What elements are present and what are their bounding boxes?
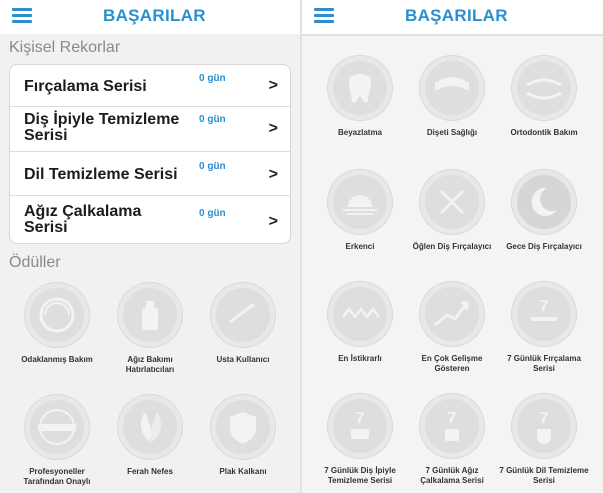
streak-number: 7 xyxy=(540,298,549,315)
award-badge-professionally-approved[interactable]: Profesyoneller Tarafından Onaylı xyxy=(11,395,103,487)
badge-label: 7 Günlük Diş İpiyle Temizleme Serisi xyxy=(324,466,396,485)
hamburger-menu-icon[interactable] xyxy=(314,8,334,23)
badge-7-day-mouthwash-streak[interactable]: 7 7 Günlük Ağız Çalkalama Serisi xyxy=(406,394,498,486)
gums-icon xyxy=(435,77,469,91)
award-label: Ferah Nefes xyxy=(127,467,173,476)
record-tongue-cleaning-streak[interactable]: Dil Temizleme Serisi 0 gün > xyxy=(10,152,290,196)
badge-midday-brusher[interactable]: Öğlen Diş Fırçalayıcı xyxy=(406,170,498,252)
floss-7-icon: 7 xyxy=(351,410,369,439)
badge-label: Erkenci xyxy=(345,242,375,251)
badge-night-brusher[interactable]: Gece Diş Fırçalayıcı xyxy=(498,170,590,252)
award-badge-fresh-breath[interactable]: Ferah Nefes xyxy=(104,395,196,477)
moon-icon xyxy=(531,187,557,216)
page-title: BAŞARILAR xyxy=(103,6,206,25)
record-days: 0 gün xyxy=(199,208,226,219)
rinse-7-icon: 7 xyxy=(445,410,459,441)
check-mark-icon xyxy=(229,302,255,324)
focused-care-icon xyxy=(39,297,75,333)
badge-most-improved[interactable]: En Çok Gelişme Gösteren xyxy=(406,282,498,374)
award-badge-plaque-shield[interactable]: Plak Kalkanı xyxy=(197,395,289,477)
personal-records-heading: Kişisel Rekorlar xyxy=(9,39,121,56)
streak-number: 7 xyxy=(448,410,457,427)
badge-most-consistent[interactable]: En İstikrarlı xyxy=(314,282,406,364)
chevron-right-icon: > xyxy=(268,120,278,137)
badge-label: Dişeti Sağlığı xyxy=(426,128,478,137)
badge-label: En Çok Gelişme Gösteren xyxy=(421,354,483,373)
personal-records-list: Fırçalama Serisi 0 gün > Diş İpiyle Temi… xyxy=(9,64,291,244)
record-name: Diş İpiyle Temizleme Serisi xyxy=(24,111,180,144)
award-label: Usta Kullanıcı xyxy=(216,355,270,364)
record-name: Ağız Çalkalama Serisi xyxy=(24,203,142,236)
chevron-right-icon: > xyxy=(268,77,278,94)
badge-orthodontic-care[interactable]: Ortodontik Bakım xyxy=(498,56,590,138)
record-flossing-streak[interactable]: Diş İpiyle Temizleme Serisi 0 gün > xyxy=(10,107,290,152)
award-badge-master-user[interactable]: Usta Kullanıcı xyxy=(197,283,289,365)
award-label: Ağız Bakımı Hatırlatıcıları xyxy=(125,355,175,374)
record-days: 0 gün xyxy=(199,73,226,84)
record-mouthwash-streak[interactable]: Ağız Çalkalama Serisi 0 gün > xyxy=(10,196,290,243)
badge-label: 7 Günlük Fırçalama Serisi xyxy=(507,354,581,373)
badge-label: En İstikrarlı xyxy=(338,354,382,363)
badge-early-riser[interactable]: Erkenci xyxy=(314,170,406,252)
chevron-right-icon: > xyxy=(268,213,278,230)
fork-knife-icon xyxy=(439,189,465,215)
record-brushing-streak[interactable]: Fırçalama Serisi 0 gün > xyxy=(10,65,290,107)
page-title: BAŞARILAR xyxy=(405,6,508,25)
chevron-right-icon: > xyxy=(268,166,278,183)
achievements-panel-left: BAŞARILAR Kişisel Rekorlar Fırçalama Ser… xyxy=(0,0,300,493)
trend-up-icon xyxy=(434,301,469,327)
streak-number: 7 xyxy=(356,410,365,427)
awards-heading: Ödüller xyxy=(9,254,61,271)
badge-label: Öğlen Diş Fırçalayıcı xyxy=(412,242,492,251)
badge-label: Beyazlatma xyxy=(337,128,383,137)
badge-label: 7 Günlük Ağız Çalkalama Serisi xyxy=(420,466,484,485)
record-name: Fırçalama Serisi xyxy=(24,78,147,95)
award-badge-oral-care-reminders[interactable]: Ağız Bakımı Hatırlatıcıları xyxy=(104,283,196,375)
badge-7-day-brushing-streak[interactable]: 7 7 Günlük Fırçalama Serisi xyxy=(498,282,590,374)
hamburger-menu-icon[interactable] xyxy=(12,8,32,23)
achievements-panel-right: BAŞARILAR Beyazlatma Dişeti Sağlığı Orto… xyxy=(302,0,603,493)
header-bar: BAŞARILAR xyxy=(302,0,603,36)
record-days: 0 gün xyxy=(199,161,226,172)
braces-icon xyxy=(526,78,562,100)
award-badge-focused-care[interactable]: Odaklanmış Bakım xyxy=(11,283,103,365)
award-label: Profesyoneller Tarafından Onaylı xyxy=(23,467,91,486)
sunrise-icon xyxy=(343,195,377,215)
badge-label: Ortodontik Bakım xyxy=(510,128,578,137)
tongue-7-icon: 7 xyxy=(537,410,551,444)
zigzag-icon xyxy=(342,306,380,320)
toothbrush-7-icon: 7 xyxy=(531,298,557,321)
badge-gum-health[interactable]: Dişeti Sağlığı xyxy=(406,56,498,138)
record-name: Dil Temizleme Serisi xyxy=(24,166,178,183)
award-label: Odaklanmış Bakım xyxy=(21,355,93,364)
badge-7-day-tongue-cleaning-streak[interactable]: 7 7 Günlük Dil Temizleme Serisi xyxy=(498,394,590,486)
record-days: 0 gün xyxy=(199,114,226,125)
header-bar: BAŞARILAR xyxy=(0,0,300,34)
badge-label: 7 Günlük Dil Temizleme Serisi xyxy=(499,466,589,485)
badge-7-day-flossing-streak[interactable]: 7 7 Günlük Diş İpiyle Temizleme Serisi xyxy=(314,394,406,486)
shield-icon xyxy=(230,412,256,444)
leaves-icon xyxy=(140,412,162,442)
mouthwash-bottle-icon xyxy=(142,301,158,330)
approved-stamp-icon xyxy=(38,409,76,445)
tooth-icon xyxy=(348,74,372,103)
award-label: Plak Kalkanı xyxy=(219,467,267,476)
badge-label: Gece Diş Fırçalayıcı xyxy=(506,242,582,251)
streak-number: 7 xyxy=(540,410,549,427)
badge-whitening[interactable]: Beyazlatma xyxy=(314,56,406,138)
